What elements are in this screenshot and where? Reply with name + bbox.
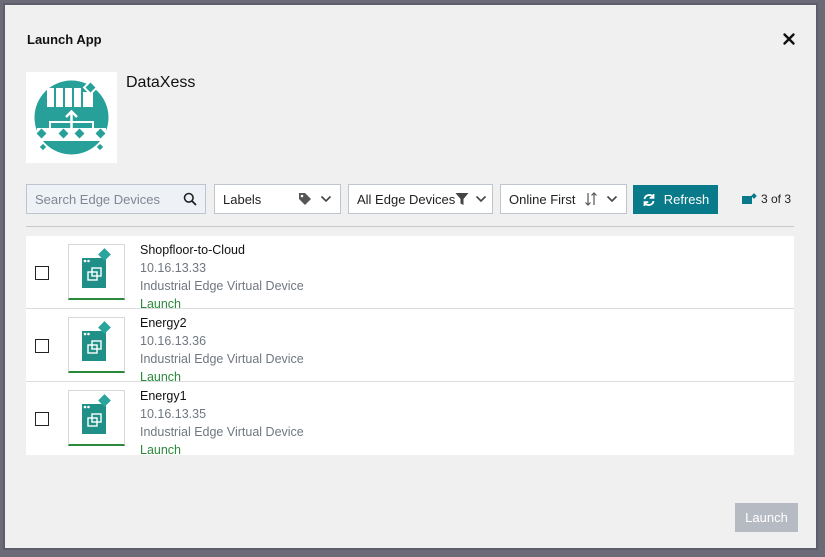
search-icon[interactable] xyxy=(183,192,197,206)
device-count: 3 of 3 xyxy=(741,192,791,206)
edge-device-icon xyxy=(68,317,125,373)
edge-device-icon xyxy=(68,244,125,300)
sort-icon xyxy=(585,192,597,206)
sort-dropdown[interactable]: Online First xyxy=(500,184,627,214)
chevron-down-icon xyxy=(476,195,487,203)
device-checkbox[interactable] xyxy=(35,339,49,353)
device-type: Industrial Edge Virtual Device xyxy=(140,425,304,439)
launch-button[interactable]: Launch xyxy=(735,503,798,532)
sort-label: Online First xyxy=(509,191,576,207)
chevron-down-icon xyxy=(320,195,332,203)
tag-icon xyxy=(299,193,311,205)
refresh-icon xyxy=(643,193,655,206)
device-count-icon xyxy=(742,193,757,204)
launch-app-dialog: Launch App DataXess Search Edge Devices xyxy=(3,3,818,550)
app-name: DataXess xyxy=(126,74,196,91)
device-list: Shopfloor-to-Cloud 10.16.13.33 Industria… xyxy=(26,236,794,457)
filter-icon xyxy=(455,193,469,205)
search-placeholder: Search Edge Devices xyxy=(35,191,161,207)
dialog-title: Launch App xyxy=(27,32,102,47)
labels-dropdown-label: Labels xyxy=(223,191,262,207)
edge-device-icon xyxy=(68,390,125,446)
device-ip: 10.16.13.35 xyxy=(140,407,207,421)
device-name: Shopfloor-to-Cloud xyxy=(140,243,245,257)
divider xyxy=(26,226,794,227)
device-type: Industrial Edge Virtual Device xyxy=(140,352,304,366)
search-input[interactable]: Search Edge Devices xyxy=(26,184,206,214)
device-count-label: 3 of 3 xyxy=(761,192,792,206)
device-ip: 10.16.13.33 xyxy=(140,261,207,275)
close-icon[interactable] xyxy=(781,31,797,47)
device-checkbox[interactable] xyxy=(35,412,49,426)
device-filter-label: All Edge Devices xyxy=(357,191,456,207)
device-name: Energy2 xyxy=(140,316,187,330)
refresh-button[interactable]: Refresh xyxy=(633,185,718,214)
device-ip: 10.16.13.36 xyxy=(140,334,207,348)
app-logo xyxy=(26,72,117,163)
labels-dropdown[interactable]: Labels xyxy=(214,184,341,214)
list-item: Energy2 10.16.13.36 Industrial Edge Virt… xyxy=(26,309,794,384)
device-filter-dropdown[interactable]: All Edge Devices xyxy=(348,184,493,214)
list-item: Shopfloor-to-Cloud 10.16.13.33 Industria… xyxy=(26,236,794,311)
device-name: Energy1 xyxy=(140,389,187,403)
refresh-label: Refresh xyxy=(663,192,710,207)
chevron-down-icon xyxy=(606,195,618,203)
device-type: Industrial Edge Virtual Device xyxy=(140,279,304,293)
device-checkbox[interactable] xyxy=(35,266,49,280)
list-item: Energy1 10.16.13.35 Industrial Edge Virt… xyxy=(26,382,794,457)
launch-link[interactable]: Launch xyxy=(140,443,181,457)
